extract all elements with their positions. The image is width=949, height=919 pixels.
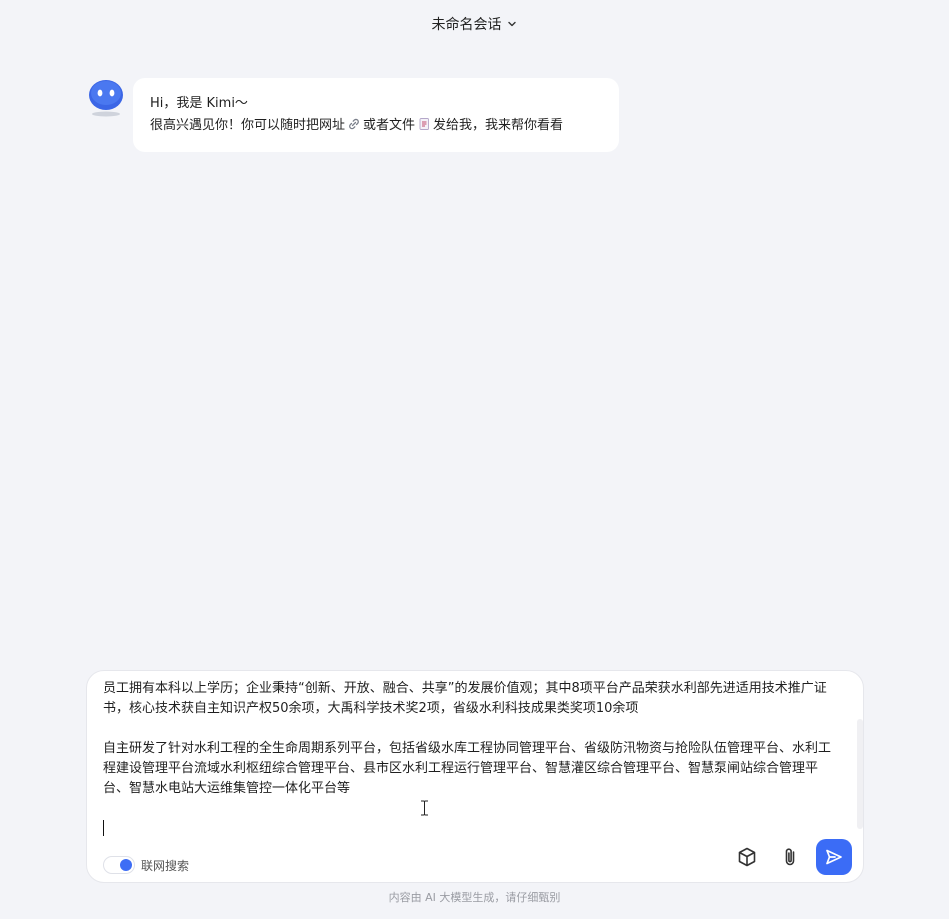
file-icon	[417, 117, 431, 139]
ai-disclaimer: 内容由 AI 大模型生成，请仔细甄别	[388, 891, 561, 904]
composer-scrollbar[interactable]	[857, 719, 863, 829]
ibeam-cursor-icon	[420, 800, 429, 820]
paperclip-icon[interactable]	[777, 844, 803, 870]
message-composer[interactable]: 员工拥有本科以上学历；企业秉持“创新、开放、融合、共享”的发展价值观；其中8项平…	[86, 670, 864, 883]
bot-message-bubble: Hi，我是 Kimi～ 很高兴遇见你！你可以随时把网址 或者文件 发给我，我来帮你看…	[133, 78, 619, 152]
input-paragraph: 员工拥有本科以上学历；企业秉持“创新、开放、融合、共享”的发展价值观；其中8项平…	[103, 681, 827, 716]
web-search-label[interactable]: 联网搜索	[141, 857, 189, 874]
input-paragraph: 自主研发了针对水利工程的全生命周期系列平台，包括省级水库工程协同管理平台、省级防…	[103, 741, 832, 796]
cube-icon[interactable]	[734, 844, 760, 870]
message-input[interactable]: 员工拥有本科以上学历；企业秉持“创新、开放、融合、共享”的发展价值观；其中8项平…	[103, 679, 843, 799]
web-search-switch[interactable]	[103, 856, 135, 874]
conversation-title-dropdown[interactable]: 未命名会话	[0, 14, 949, 34]
bot-intro: 很高兴遇见你！你可以随时把网址 或者文件 发给我，我来帮你看看	[150, 115, 602, 139]
conversation-title[interactable]: 未命名会话	[432, 14, 502, 34]
chevron-down-icon[interactable]	[506, 18, 518, 30]
text-caret	[103, 820, 104, 836]
send-button[interactable]	[816, 839, 852, 875]
link-icon	[347, 117, 361, 139]
bot-message: Hi，我是 Kimi～ 很高兴遇见你！你可以随时把网址 或者文件 发给我，我来帮你看…	[88, 78, 619, 152]
bot-greeting: Hi，我是 Kimi～	[150, 96, 248, 111]
send-icon	[826, 849, 842, 865]
chat-page: 未命名会话 Hi，我是 Kimi～ 很高兴遇见你！你可以随时把网址 或者文件 发给我…	[0, 0, 949, 919]
kimi-avatar	[88, 78, 124, 118]
web-search-toggle[interactable]: 联网搜索	[103, 856, 189, 874]
